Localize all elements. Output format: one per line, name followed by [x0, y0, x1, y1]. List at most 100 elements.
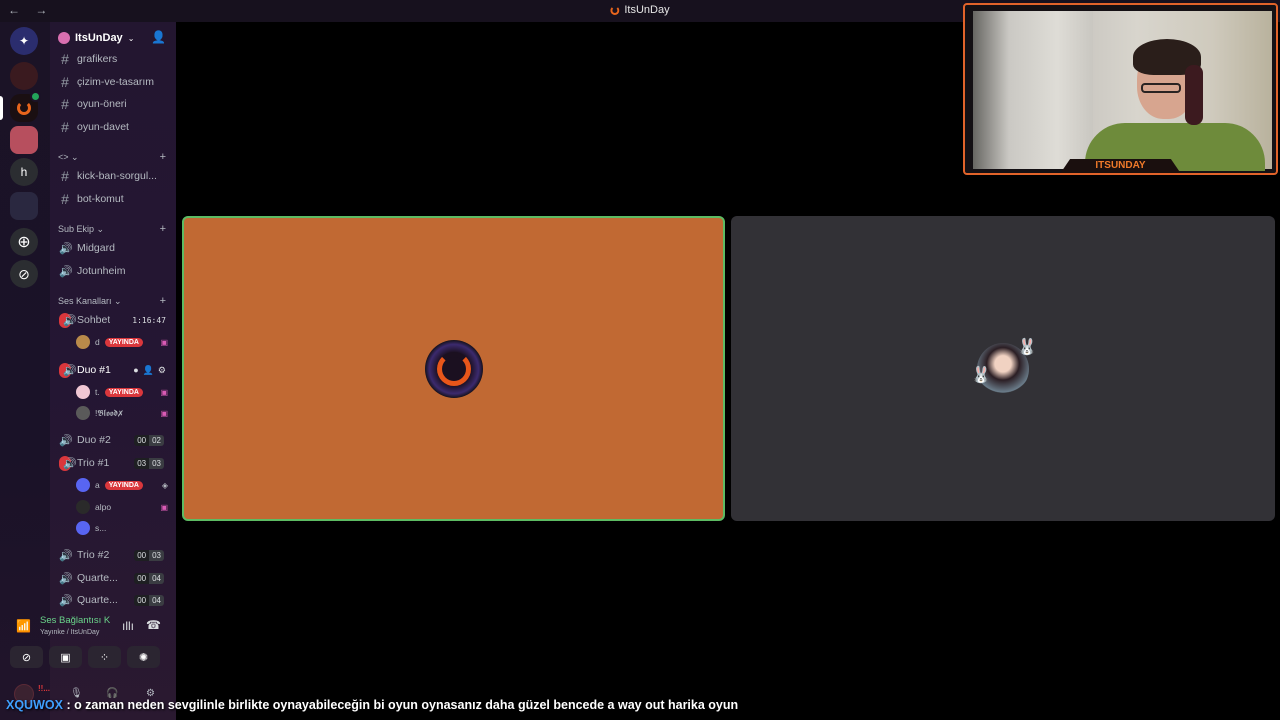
channel-label: oyun-öneri	[77, 98, 127, 110]
invite-icon[interactable]: 👤	[143, 365, 154, 376]
user-limit: 00 02	[134, 434, 164, 446]
category-ses-kanallari[interactable]: Ses Kanalları ⌄ +	[54, 294, 172, 308]
channel-label: Quarte...	[77, 572, 118, 584]
channel-actions: ● 👤 ⚙	[133, 365, 166, 376]
webcam-curtain	[973, 11, 1093, 169]
activities-button[interactable]: ⁘	[88, 646, 121, 668]
category-label: Sub Ekip ⌄	[58, 223, 105, 234]
user-count: 03	[134, 457, 150, 469]
voice-tile-speaking[interactable]	[182, 216, 725, 521]
voice-channel-duo-1[interactable]: 🔊 Duo #1 ● 👤 ⚙	[54, 360, 172, 380]
add-server-icon[interactable]: ⊕	[10, 228, 38, 256]
channel-oyun-oneri[interactable]: # oyun-öneri	[54, 94, 172, 114]
add-member-icon[interactable]: 👤	[151, 30, 166, 44]
window-title-text: ItsUnDay	[624, 4, 670, 16]
voice-user[interactable]: !𝕭𝖑𝖔𝖔𝖉✗ ▣	[76, 404, 168, 422]
add-channel-icon[interactable]: +	[160, 151, 166, 163]
notification-badge	[30, 91, 41, 102]
server-icon-h[interactable]: h	[10, 158, 38, 186]
share-screen-button[interactable]: ▣	[49, 646, 82, 668]
voice-user[interactable]: s...	[76, 519, 168, 537]
channel-bot-komut[interactable]: # bot-komut	[54, 189, 172, 209]
channel-label: Midgard	[77, 242, 115, 254]
voice-channel-quartet-1[interactable]: 🔊 Quarte... 00 04	[54, 568, 172, 588]
channel-oyun-davet[interactable]: # oyun-davet	[54, 117, 172, 137]
discord-home-icon[interactable]: ✦	[10, 27, 38, 55]
category-sub-ekip[interactable]: Sub Ekip ⌄ +	[54, 222, 172, 236]
avatar	[76, 406, 90, 420]
voice-tile[interactable]: 🐰 🐰	[731, 216, 1275, 521]
screen-share-icon: ▣	[160, 502, 168, 512]
user-limit: 00 04	[134, 572, 164, 584]
voice-channel-trio-1[interactable]: 🔊 Trio #1 03 03	[54, 453, 172, 473]
channel-cizim[interactable]: # çizim-ve-tasarım	[54, 72, 172, 92]
hash-icon: #	[61, 119, 69, 135]
server-icon-3[interactable]	[10, 126, 38, 154]
gear-icon[interactable]: ⚙	[158, 365, 166, 376]
voice-channel-duo-2[interactable]: 🔊 Duo #2 00 02	[54, 430, 172, 450]
voice-channel-trio-2[interactable]: 🔊 Trio #2 00 03	[54, 545, 172, 565]
speaker-icon: 🔊	[59, 594, 73, 607]
speaker-icon: 🔊	[59, 434, 73, 447]
server-icon-1[interactable]	[10, 62, 38, 90]
hash-icon: #	[61, 51, 69, 67]
chat-username: XQUWOX	[6, 698, 63, 712]
channel-jotunheim[interactable]: 🔊 Jotunheim	[54, 261, 172, 281]
camera-off-button[interactable]: ⊘	[10, 646, 43, 668]
soundboard-button[interactable]: ✺	[127, 646, 160, 668]
participant-avatar: 🐰 🐰	[971, 339, 1037, 395]
user-name: !𝕭𝖑𝖔𝖔𝖉✗	[95, 407, 123, 418]
disconnect-icon[interactable]: ☎	[146, 618, 161, 632]
explore-icon[interactable]: ⊘	[10, 260, 38, 288]
noise-suppression-icon[interactable]: ıllı	[122, 619, 134, 633]
signal-icon[interactable]: 📶	[16, 619, 31, 633]
live-badge: YAYINDA	[104, 480, 143, 490]
voice-user[interactable]: d YAYINDA ▣	[76, 333, 168, 351]
channel-label: çizim-ve-tasarım	[77, 76, 155, 88]
channel-label: Duo #1	[77, 364, 111, 376]
add-channel-icon[interactable]: +	[160, 295, 166, 307]
channel-label: bot-komut	[77, 193, 124, 205]
active-server-pill	[0, 96, 3, 120]
nav-arrows[interactable]: ← →	[8, 3, 53, 17]
voice-user[interactable]: a YAYINDA ◈	[76, 476, 168, 494]
channel-label: Duo #2	[77, 434, 111, 446]
channel-label: kick-ban-sorgul...	[77, 170, 157, 182]
stage-icon: 🔊	[59, 265, 73, 278]
itsunday-logo-icon	[17, 101, 31, 115]
voice-user[interactable]: alpo ▣	[76, 498, 168, 516]
voice-location[interactable]: Yayınke / ItsUnDay	[40, 629, 99, 636]
add-channel-icon[interactable]: +	[160, 223, 166, 235]
channel-grafikers[interactable]: # grafikers	[54, 49, 172, 69]
hash-icon: #	[61, 96, 69, 112]
channel-midgard[interactable]: 🔊 Midgard	[54, 238, 172, 258]
participant-avatar	[424, 339, 483, 398]
speaker-icon: 🔊	[59, 572, 73, 585]
voice-channel-quartet-2[interactable]: 🔊 Quarte... 00 04	[54, 590, 172, 610]
user-name: s...	[95, 523, 107, 533]
streamer-glasses	[1141, 83, 1181, 93]
speaker-icon: 🔊	[59, 455, 77, 471]
chat-icon[interactable]: ●	[133, 365, 138, 376]
category-label: <> ⌄	[58, 151, 79, 162]
user-count: 00	[134, 572, 150, 584]
avatar	[76, 500, 90, 514]
channel-label: Jotunheim	[77, 265, 126, 277]
channel-label: Trio #1	[77, 457, 110, 469]
category-code[interactable]: <> ⌄ +	[54, 150, 172, 164]
voice-status[interactable]: Ses Bağlantısı Kuruldu	[40, 615, 110, 626]
voice-channel-sohbet[interactable]: 🔊 Sohbet 1:16:47	[54, 310, 172, 330]
channel-label: grafikers	[77, 53, 118, 65]
voice-action-buttons: ⊘ ▣ ⁘ ✺	[10, 646, 166, 668]
channel-kick-ban[interactable]: # kick-ban-sorgul...	[54, 166, 172, 186]
voice-user[interactable]: t. YAYINDA ▣	[76, 383, 168, 401]
user-max: 04	[149, 594, 164, 606]
server-folder[interactable]	[10, 192, 38, 220]
server-icon-itsunday[interactable]	[10, 91, 41, 122]
chat-overlay: XQUWOX : o zaman neden sevgilinle birlik…	[6, 698, 738, 712]
channel-label: oyun-davet	[77, 121, 129, 133]
user-count: 00	[134, 594, 150, 606]
hash-icon: #	[61, 191, 69, 207]
user-max: 03	[149, 549, 164, 561]
speaker-icon: 🔊	[59, 549, 73, 562]
